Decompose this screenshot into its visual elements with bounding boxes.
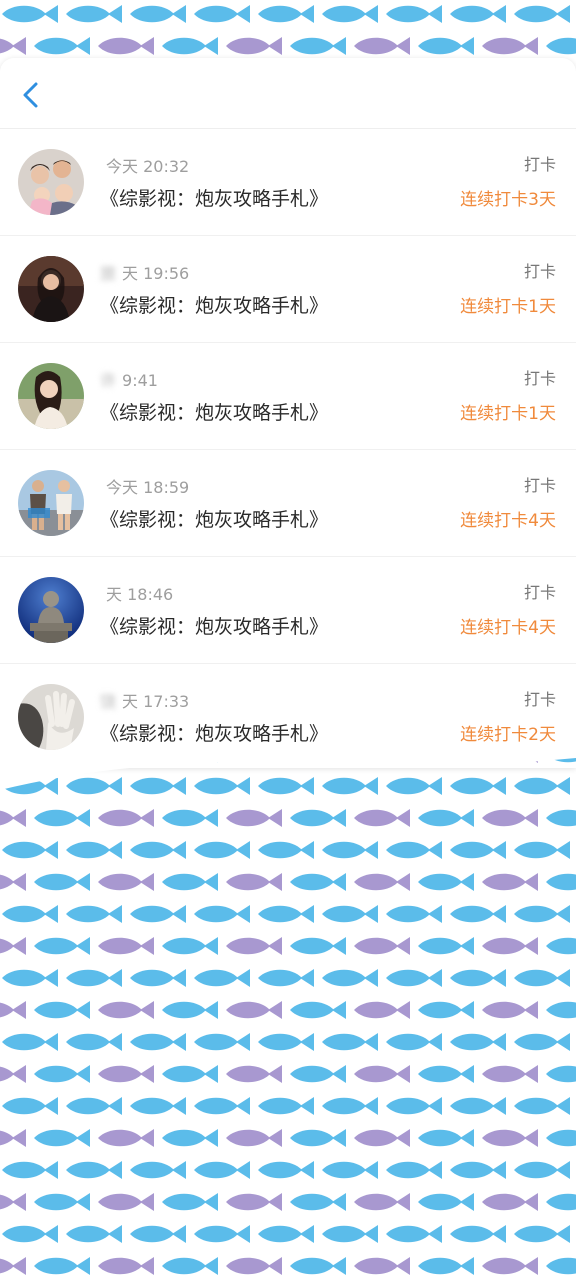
streak-label: 连续打卡4天 — [460, 618, 556, 638]
user-name[interactable]: 许 — [100, 371, 116, 390]
buddha-statue-avatar-icon — [18, 577, 84, 643]
book-title[interactable]: 《综影视：炮灰攻略手札》 — [100, 505, 328, 532]
timestamp: 今天 20:32 — [106, 157, 190, 176]
streak-label: 连续打卡3天 — [460, 190, 556, 210]
list-item[interactable]: 旅天 19:56 《综影视：炮灰攻略手札》 打卡 连续打卡1天 — [0, 236, 576, 343]
list-item[interactable]: 天 18:46 《综影视：炮灰攻略手札》 打卡 连续打卡4天 — [0, 557, 576, 664]
fish-pattern-background-bottom — [0, 750, 576, 1280]
avatar[interactable] — [18, 363, 84, 429]
book-title[interactable]: 《综影视：炮灰攻略手札》 — [100, 719, 328, 746]
checkin-feed: 今天 20:32 《综影视：炮灰攻略手札》 打卡 连续打卡3天 旅天 19:56 — [0, 129, 576, 771]
action-label: 打卡 — [523, 369, 556, 388]
book-title[interactable]: 《综影视：炮灰攻略手札》 — [100, 184, 328, 211]
timestamp: 今天 18:59 — [106, 478, 190, 497]
action-label: 打卡 — [523, 262, 556, 281]
streak-label: 连续打卡1天 — [460, 297, 556, 317]
avatar[interactable] — [18, 256, 84, 322]
action-label: 打卡 — [523, 476, 556, 495]
user-name[interactable]: 旅 — [100, 264, 116, 283]
chevron-left-icon — [23, 82, 38, 108]
user-name[interactable]: 饶 — [100, 692, 116, 711]
book-title[interactable]: 《综影视：炮灰攻略手札》 — [100, 612, 328, 639]
streak-label: 连续打卡1天 — [460, 404, 556, 424]
streak-label: 连续打卡4天 — [460, 511, 556, 531]
timestamp: 天 18:46 — [106, 585, 174, 604]
hand-portrait-avatar-icon — [18, 684, 84, 750]
woman-portrait-avatar-icon — [18, 363, 84, 429]
avatar[interactable] — [18, 684, 84, 750]
timestamp: 天 19:56 — [122, 264, 190, 283]
list-item[interactable]: 今天 18:59 《综影视：炮灰攻略手札》 打卡 连续打卡4天 — [0, 450, 576, 557]
top-bar — [0, 58, 576, 128]
checkin-list-card: 今天 20:32 《综影视：炮灰攻略手札》 打卡 连续打卡3天 旅天 19:56 — [0, 58, 576, 768]
avatar[interactable] — [18, 149, 84, 215]
back-button[interactable] — [12, 76, 50, 114]
item-meta: 饶天 17:33 — [100, 688, 189, 712]
item-meta: 今天 20:32 — [100, 153, 189, 177]
list-item[interactable]: 今天 20:32 《综影视：炮灰攻略手札》 打卡 连续打卡3天 — [0, 129, 576, 236]
avatar[interactable] — [18, 470, 84, 536]
action-label: 打卡 — [523, 583, 556, 602]
avatar[interactable] — [18, 577, 84, 643]
two-people-avatar-icon — [18, 470, 84, 536]
timestamp: 天 17:33 — [122, 692, 190, 711]
item-meta: 旅天 19:56 — [100, 260, 189, 284]
book-title[interactable]: 《综影视：炮灰攻略手札》 — [100, 291, 328, 318]
streak-label: 连续打卡2天 — [460, 725, 556, 745]
action-label: 打卡 — [523, 690, 556, 709]
timestamp: 9:41 — [122, 371, 158, 390]
list-item[interactable]: 许 9:41 《综影视：炮灰攻略手札》 打卡 连续打卡1天 — [0, 343, 576, 450]
family-photo-avatar-icon — [18, 149, 84, 215]
item-meta: 今天 18:59 — [100, 474, 189, 498]
action-label: 打卡 — [523, 155, 556, 174]
item-meta: 天 18:46 — [100, 581, 173, 605]
woman-dark-avatar-icon — [18, 256, 84, 322]
item-meta: 许 9:41 — [100, 367, 158, 391]
book-title[interactable]: 《综影视：炮灰攻略手札》 — [100, 398, 328, 425]
